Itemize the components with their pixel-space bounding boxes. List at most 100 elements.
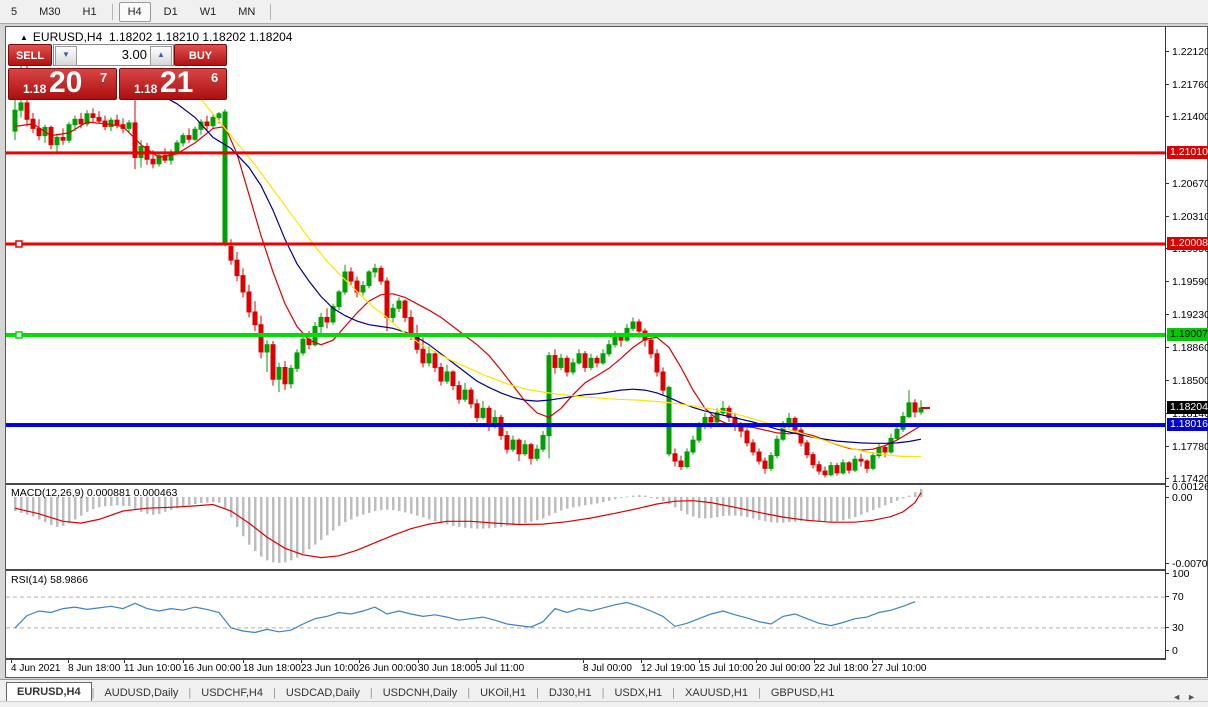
macd-bar — [578, 497, 581, 506]
macd-bar — [914, 492, 917, 497]
toolbar-separator — [270, 4, 271, 20]
chart-tab-dj30[interactable]: DJ30,H1 — [539, 684, 602, 702]
candle-body — [379, 268, 383, 281]
candle-body — [409, 317, 413, 335]
volume-decrease-button[interactable]: ▼ — [55, 46, 77, 66]
macd-bar — [722, 497, 725, 516]
price-tick: 1.19230 — [1172, 309, 1208, 321]
macd-bar — [878, 497, 881, 508]
hline-1.20008[interactable] — [6, 242, 1165, 245]
candle-body — [799, 430, 803, 443]
candle-body — [253, 312, 257, 325]
candle-body — [439, 367, 443, 381]
hline-1.21010[interactable] — [6, 151, 1165, 154]
candle-body — [679, 461, 683, 466]
macd-bar — [284, 497, 287, 562]
macd-bar — [662, 497, 665, 501]
macd-bar — [188, 497, 191, 505]
timeframe-button-w1[interactable]: W1 — [191, 2, 226, 22]
candle-body — [337, 292, 341, 307]
macd-bar — [734, 497, 737, 516]
macd-bar — [140, 497, 143, 512]
hline-1.18016[interactable] — [6, 423, 1165, 427]
chart-tab-xauusd[interactable]: XAUUSD,H1 — [675, 684, 758, 702]
macd-bar — [266, 497, 269, 560]
macd-bar — [506, 497, 509, 526]
chart-tab-usdchf[interactable]: USDCHF,H4 — [191, 684, 273, 702]
macd-bar — [890, 497, 893, 503]
macd-bar — [824, 497, 827, 522]
macd-bar — [86, 497, 89, 512]
candle-body — [763, 461, 767, 468]
timeframe-button-h4[interactable]: H4 — [119, 2, 151, 22]
candle-body — [271, 345, 275, 380]
macd-bar — [464, 497, 467, 528]
price-axis[interactable]: 1.221201.217601.214001.206701.203101.199… — [1165, 27, 1208, 660]
macd-bar — [326, 497, 329, 535]
candle-body — [277, 367, 281, 379]
candle-body — [811, 455, 815, 465]
chart-tab-audusd[interactable]: AUDUSD,Daily — [94, 684, 188, 702]
price-tick: 1.18500 — [1172, 375, 1208, 387]
buy-button[interactable]: BUY — [174, 44, 227, 66]
macd-bar — [908, 496, 911, 497]
chart-tab-usdcnh[interactable]: USDCNH,Daily — [373, 684, 468, 702]
macd-bar — [212, 497, 215, 502]
timeframe-button-m30[interactable]: M30 — [30, 2, 69, 22]
chart-tab-usdcad[interactable]: USDCAD,Daily — [276, 684, 370, 702]
timeframe-button-5[interactable]: 5 — [2, 2, 26, 22]
hline-marker[interactable] — [16, 241, 22, 247]
macd-bar — [674, 497, 677, 507]
candle-body — [805, 443, 809, 455]
date-axis[interactable]: 4 Jun 20218 Jun 18:0011 Jun 10:0016 Jun … — [6, 660, 1165, 677]
candle-body — [673, 454, 677, 461]
chart-tab-usdx[interactable]: USDX,H1 — [604, 684, 672, 702]
candle-body — [829, 466, 833, 475]
rsi-scale-label: 70 — [1172, 591, 1184, 603]
hline-marker[interactable] — [16, 332, 22, 338]
sell-price-display[interactable]: 1.18 20 7 — [8, 68, 117, 100]
macd-bar — [710, 497, 713, 518]
macd-bar — [56, 497, 59, 527]
candle-body — [397, 301, 401, 308]
volume-increase-button[interactable]: ▲ — [150, 46, 172, 66]
timeframe-button-h1[interactable]: H1 — [74, 2, 106, 22]
candle-body — [301, 339, 305, 353]
candle-body — [817, 465, 821, 471]
macd-bar — [716, 497, 719, 517]
volume-input[interactable]: 3.00 — [78, 45, 147, 65]
macd-bar — [800, 497, 803, 521]
price-line-tag: 1.18016 — [1167, 418, 1208, 431]
macd-bar — [164, 497, 167, 512]
macd-bar — [470, 497, 473, 528]
chart-tab-ukoil[interactable]: UKOil,H1 — [470, 684, 536, 702]
macd-bar — [656, 497, 659, 499]
candle-body — [529, 445, 533, 459]
candle-body — [913, 403, 917, 412]
candle-body — [229, 247, 233, 261]
buy-price-display[interactable]: 1.18 21 6 — [119, 68, 227, 100]
macd-bar — [296, 497, 299, 558]
chart-tab-gbpusd[interactable]: GBPUSD,H1 — [761, 684, 845, 702]
candle-body — [319, 317, 323, 326]
timeframe-button-d1[interactable]: D1 — [155, 2, 187, 22]
candle-body — [235, 260, 239, 275]
buy-price-sup: 6 — [211, 70, 218, 85]
macd-bar — [182, 497, 185, 506]
macd-bar — [248, 497, 251, 545]
macd-bar — [230, 497, 233, 518]
candle-body — [175, 143, 179, 152]
hline-1.19007[interactable] — [6, 333, 1165, 337]
chart-tab-eurusd[interactable]: EURUSD,H4 — [6, 682, 92, 702]
sell-button[interactable]: SELL — [8, 44, 52, 66]
candle-body — [349, 272, 353, 281]
rsi-scale-label: 100 — [1172, 568, 1190, 580]
macd-bar — [32, 497, 35, 517]
date-tick: 11 Jun 10:00 — [124, 663, 181, 674]
macd-bar — [602, 497, 605, 502]
rsi-scale-label: 30 — [1172, 622, 1184, 634]
macd-bar — [206, 497, 209, 503]
timeframe-button-mn[interactable]: MN — [229, 2, 264, 22]
rsi-indicator-pane[interactable]: RSI(14) 58.9866 — [6, 572, 1165, 660]
macd-indicator-pane[interactable]: MACD(12,26,9) 0.000881 0.000463 — [6, 485, 1165, 571]
